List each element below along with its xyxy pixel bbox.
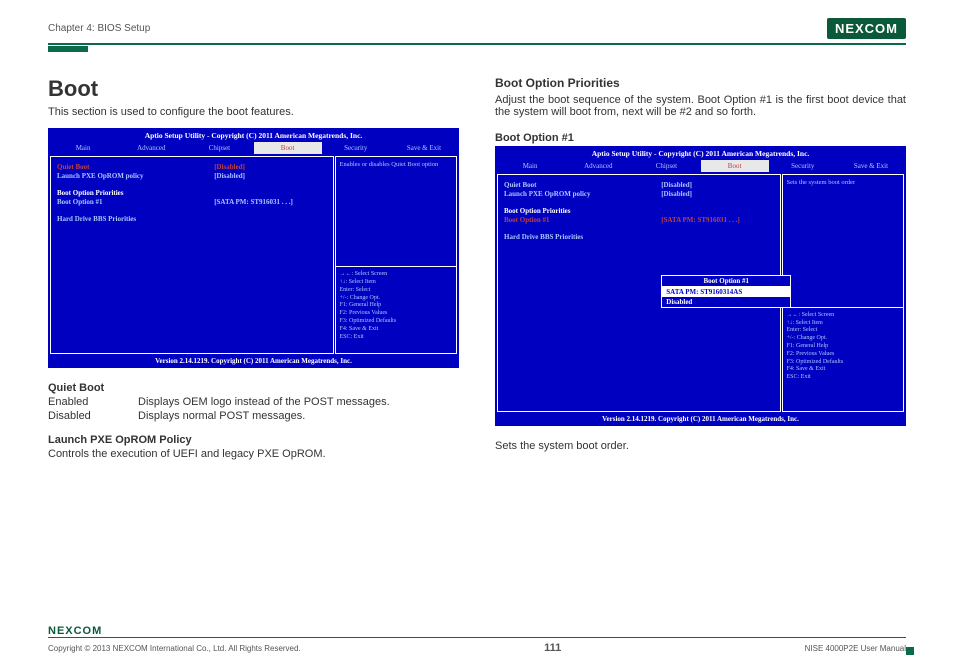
footer-copyright: Copyright © 2013 NEXCOM International Co… [48, 644, 301, 653]
qb-enabled-label: Enabled [48, 396, 138, 408]
pxe-heading: Launch PXE OpROM Policy [48, 434, 459, 446]
bios-item-quietboot-r[interactable]: Quiet Boot [504, 181, 661, 189]
footer-decor-icon [906, 647, 914, 655]
bop-desc: Adjust the boot sequence of the system. … [495, 94, 906, 118]
quiet-boot-heading: Quiet Boot [48, 382, 459, 394]
bios-item-bop-r: Boot Option Priorities [504, 207, 774, 215]
bios-popup: Boot Option #1 SATA PM: ST9160314AS Disa… [661, 275, 791, 308]
section-title-boot: Boot [48, 76, 459, 102]
bios-tab-main-r[interactable]: Main [496, 160, 564, 172]
bios-help-text: Enables or disables Quiet Boot option [335, 156, 458, 267]
bo1-after-desc: Sets the system boot order. [495, 440, 906, 452]
header-rule [48, 43, 906, 45]
footer-logo: NEXCOM [48, 625, 906, 637]
qb-disabled-label: Disabled [48, 410, 138, 422]
bios-tab-saveexit-r[interactable]: Save & Exit [837, 160, 905, 172]
footer-rule [48, 637, 906, 638]
bop-heading: Boot Option Priorities [495, 76, 906, 90]
bios-tab-saveexit[interactable]: Save & Exit [390, 142, 458, 154]
header-tab [48, 46, 88, 52]
chapter-label: Chapter 4: BIOS Setup [48, 23, 150, 34]
bios-item-quietboot[interactable]: Quiet Boot [57, 163, 214, 171]
bios-tab-security-r[interactable]: Security [769, 160, 837, 172]
bios-item-bo1[interactable]: Boot Option #1 [57, 198, 214, 206]
bios-tab-security[interactable]: Security [322, 142, 390, 154]
bios-tab-boot-r[interactable]: Boot [701, 160, 769, 172]
qb-disabled-desc: Displays normal POST messages. [138, 410, 305, 422]
pxe-desc: Controls the execution of UEFI and legac… [48, 448, 459, 460]
footer-manual: NISE 4000P2E User Manual [805, 644, 906, 653]
popup-item-selected[interactable]: SATA PM: ST9160314AS [662, 287, 790, 297]
popup-item-disabled[interactable]: Disabled [662, 297, 790, 307]
bios-tab-advanced-r[interactable]: Advanced [564, 160, 632, 172]
boot-intro: This section is used to configure the bo… [48, 106, 459, 118]
bios-footer: Version 2.14.1219. Copyright (C) 2011 Am… [49, 355, 458, 367]
bo1-heading: Boot Option #1 [495, 132, 906, 144]
bios-tab-advanced[interactable]: Advanced [117, 142, 185, 154]
nexcom-logo: NEXCOM [827, 18, 906, 39]
bios-screenshot-right: Aptio Setup Utility - Copyright (C) 2011… [495, 146, 906, 426]
bios-tab-main[interactable]: Main [49, 142, 117, 154]
bios-footer-r: Version 2.14.1219. Copyright (C) 2011 Am… [496, 413, 905, 425]
bios-item-bop: Boot Option Priorities [57, 189, 327, 197]
page-number: 111 [544, 642, 561, 654]
bios-tab-chipset[interactable]: Chipset [185, 142, 253, 154]
bios-item-hbbs-r[interactable]: Hard Drive BBS Priorities [504, 233, 774, 241]
bios-title-r: Aptio Setup Utility - Copyright (C) 2011… [496, 147, 905, 160]
bios-item-pxe[interactable]: Launch PXE OpROM policy [57, 172, 214, 180]
bios-tab-chipset-r[interactable]: Chipset [632, 160, 700, 172]
bios-title: Aptio Setup Utility - Copyright (C) 2011… [49, 129, 458, 142]
bios-item-hbbs[interactable]: Hard Drive BBS Priorities [57, 215, 327, 223]
bios-keys-r: →←: Select Screen↑↓: Select ItemEnter: S… [782, 308, 905, 412]
bios-item-bo1-r[interactable]: Boot Option #1 [504, 216, 661, 224]
qb-enabled-desc: Displays OEM logo instead of the POST me… [138, 396, 390, 408]
bios-keys: →←: Select Screen↑↓: Select ItemEnter: S… [335, 267, 458, 354]
bios-item-pxe-r[interactable]: Launch PXE OpROM policy [504, 190, 661, 198]
popup-title: Boot Option #1 [662, 276, 790, 287]
bios-screenshot-left: Aptio Setup Utility - Copyright (C) 2011… [48, 128, 459, 368]
bios-help-text-r: Sets the system boot order [782, 174, 905, 308]
bios-tab-boot[interactable]: Boot [254, 142, 322, 154]
